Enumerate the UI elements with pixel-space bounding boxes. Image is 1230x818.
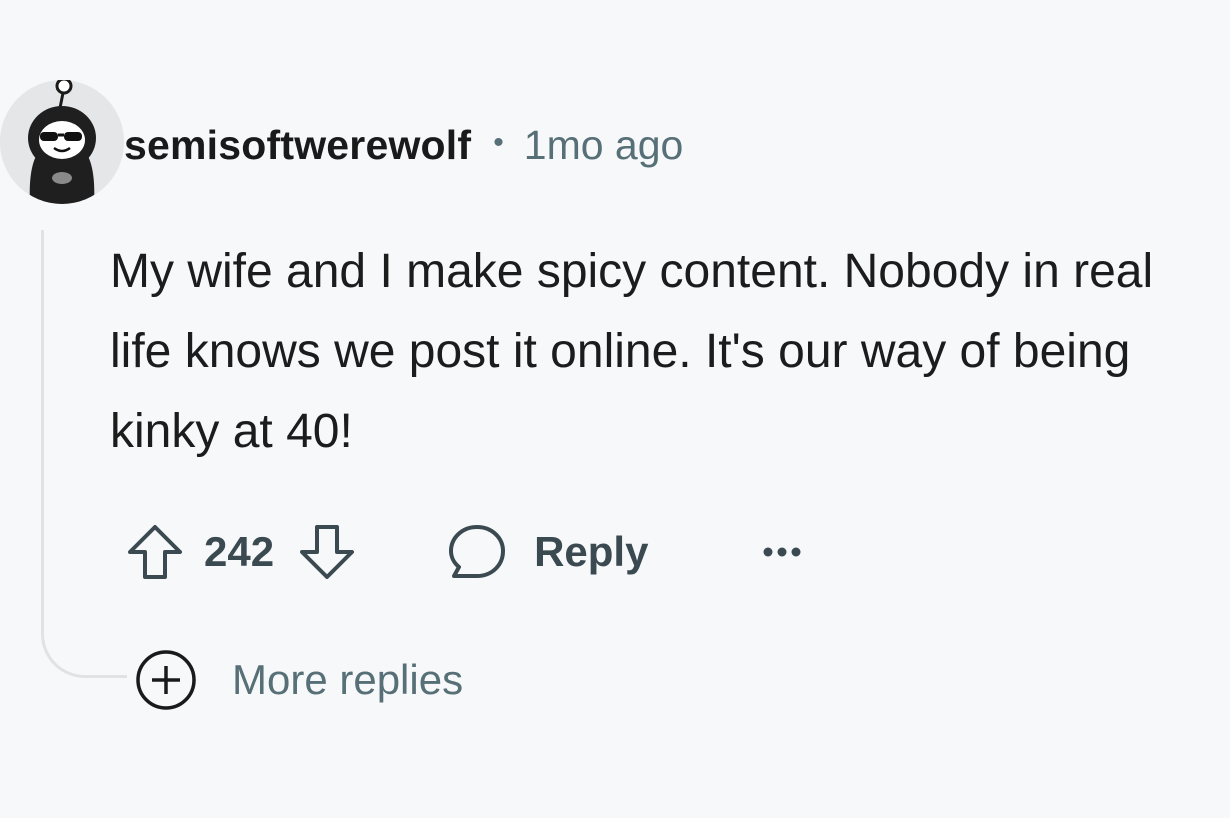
avatar[interactable] <box>0 80 124 204</box>
snoo-avatar-icon <box>0 80 124 204</box>
upvote-button[interactable] <box>124 521 186 583</box>
comment: semisoftwerewolf • 1mo ago My wife and I… <box>0 0 1230 818</box>
username[interactable]: semisoftwerewolf <box>124 122 471 169</box>
more-replies-label: More replies <box>232 656 464 703</box>
downvote-button[interactable] <box>296 521 358 583</box>
meta-separator: • <box>493 126 504 159</box>
reply-label: Reply <box>534 528 649 575</box>
vote-count: 242 <box>204 528 275 575</box>
comment-body: My wife and I make spicy content. Nobody… <box>110 245 1154 458</box>
action-bar: 242 Reply <box>124 514 804 590</box>
timestamp[interactable]: 1mo ago <box>524 122 684 169</box>
arrow-down-outline-icon <box>300 525 355 579</box>
ellipsis-icon <box>763 547 801 557</box>
more-replies-button[interactable]: More replies <box>134 648 463 712</box>
comment-header: semisoftwerewolf • 1mo ago <box>124 118 683 172</box>
overflow-menu-button[interactable] <box>760 542 804 562</box>
reply-button[interactable]: Reply <box>446 521 648 583</box>
arrow-up-outline-icon <box>128 525 182 579</box>
plus-circle-icon <box>136 650 196 710</box>
speech-bubble-icon <box>449 525 506 578</box>
